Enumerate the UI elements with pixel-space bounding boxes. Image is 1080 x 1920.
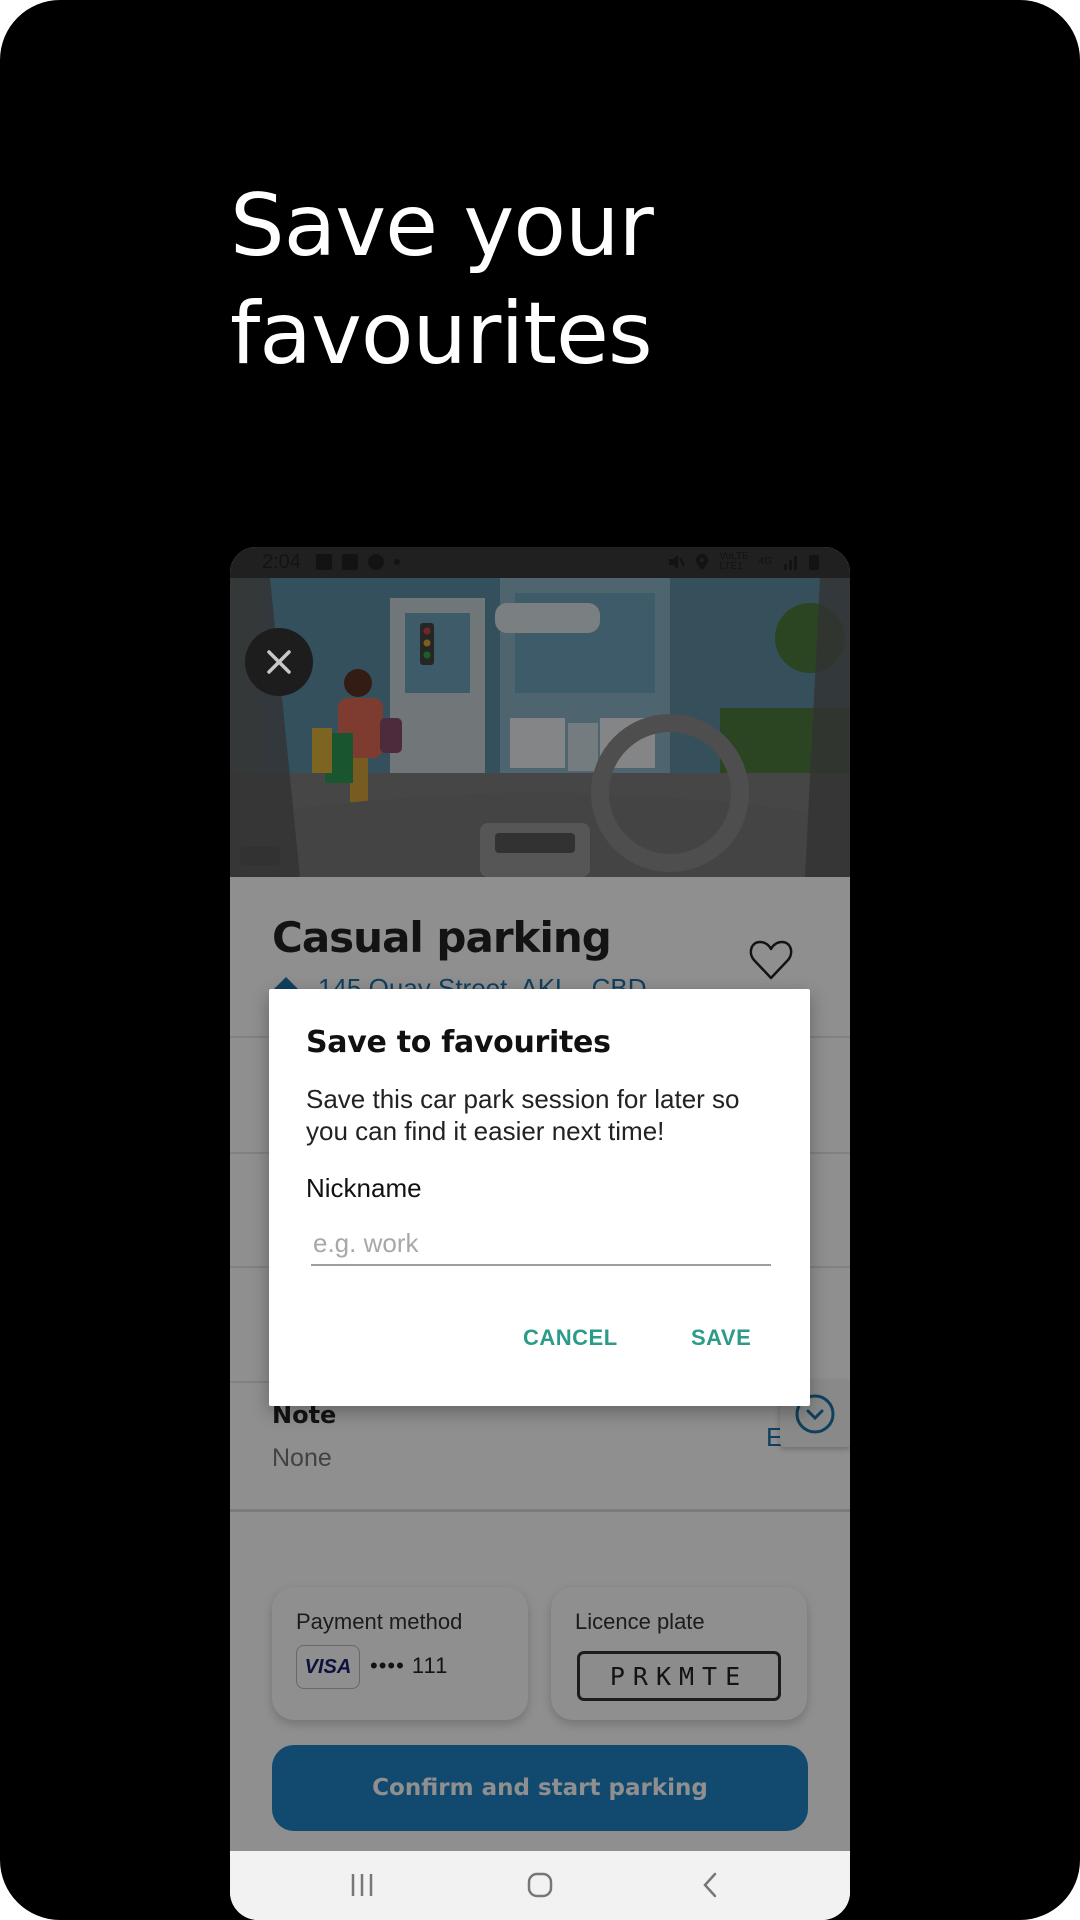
headline-line-1: Save your [230,176,654,276]
save-favourite-dialog: Save to favourites Save this car park se… [269,989,810,1406]
dialog-message: Save this car park session for later so … [306,1084,740,1146]
dialog-title: Save to favourites [306,1025,611,1060]
back-button[interactable] [690,1869,730,1901]
promo-frame: Save your favourites 2:04 VoLTELTE1 4G [0,0,1080,1920]
nickname-input[interactable] [311,1222,771,1266]
close-button[interactable] [245,628,313,696]
system-nav-bar [230,1851,850,1920]
back-icon [703,1872,717,1898]
cancel-button[interactable]: CANCEL [519,1321,622,1355]
nickname-label: Nickname [306,1173,422,1203]
home-button[interactable] [518,1869,562,1901]
promo-headline: Save your favourites [230,172,930,388]
headline-line-2: favourites [230,284,653,384]
home-icon [527,1872,553,1898]
recents-icon [351,1874,373,1896]
save-button[interactable]: SAVE [687,1321,755,1355]
close-icon [267,650,291,674]
phone-screen: 2:04 VoLTE LTE1 4G Casual parking 145 Qu… [230,547,850,1920]
recents-button[interactable] [342,1869,382,1901]
